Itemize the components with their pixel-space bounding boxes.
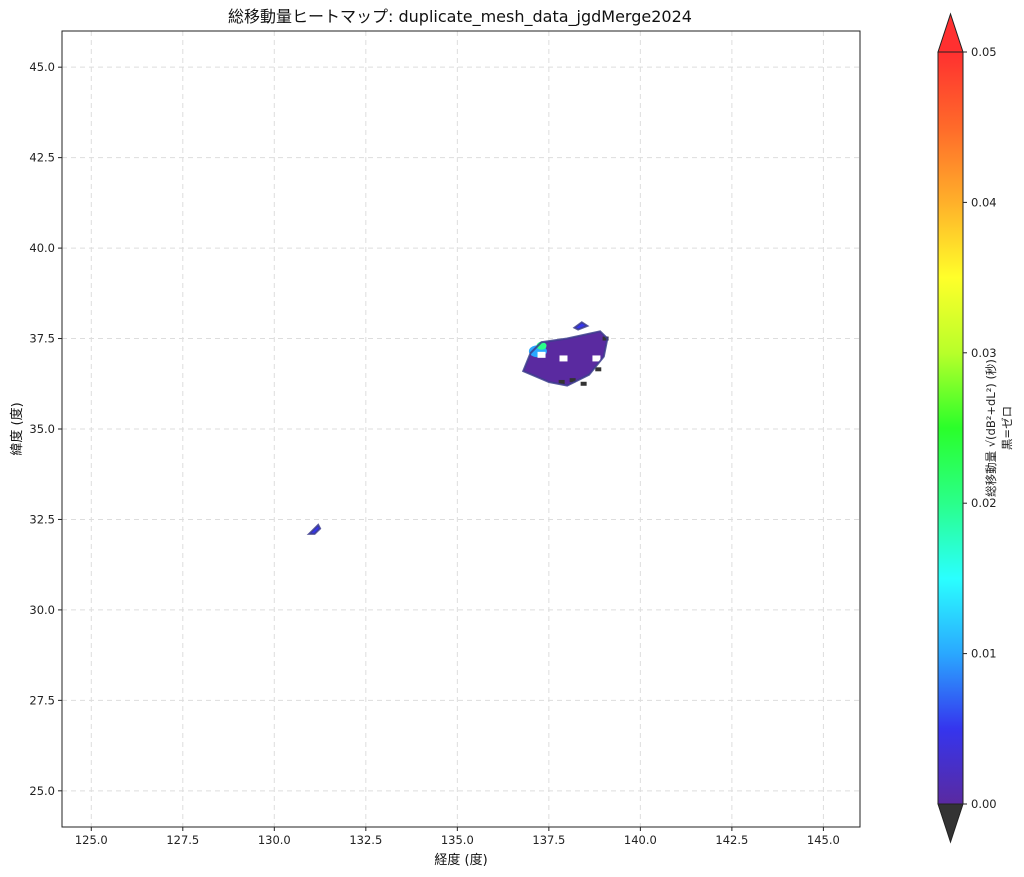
- x-tick-label: 135.0: [441, 833, 474, 847]
- plot-area: 125.0 127.5 130.0 132.5 135.0 137.5 140.0 142.5…: [29, 30, 861, 847]
- colorbar-tick-label: 0.02: [971, 496, 997, 510]
- y-tick-label: 30.0: [29, 603, 55, 617]
- y-tick-label: 35.0: [29, 422, 55, 436]
- y-tick-label: 32.5: [29, 512, 55, 526]
- region-outline: [306, 523, 322, 535]
- y-tick-label: 37.5: [29, 332, 55, 346]
- x-tick-label: 127.5: [166, 833, 199, 847]
- y-tick-label: 25.0: [29, 784, 55, 798]
- y-tick-label: 45.0: [29, 60, 55, 74]
- x-tick-label: 142.5: [715, 833, 748, 847]
- colorbar-under-extend: [937, 803, 964, 844]
- heatmap-figure: 125.0 127.5 130.0 132.5 135.0 137.5 140.0 142.5…: [9, 7, 1014, 868]
- x-tick-label: 145.0: [807, 833, 840, 847]
- x-tick-label: 130.0: [258, 833, 291, 847]
- colorbar-label-line1: 総移動量 √(dB²+dL²) (秒): [984, 359, 998, 497]
- x-tick-label: 140.0: [624, 833, 657, 847]
- y-tick-label: 27.5: [29, 693, 55, 707]
- y-tick-label: 40.0: [29, 241, 55, 255]
- colorbar-tick-label: 0.03: [971, 346, 997, 360]
- zero-value-cell: [580, 381, 587, 386]
- colorbar-tick-label: 0.01: [971, 647, 997, 661]
- x-axis-label: 経度 (度): [434, 852, 487, 868]
- y-axis-label: 緯度 (度): [9, 402, 25, 455]
- gap-cell: [592, 355, 601, 362]
- zero-value-cell: [595, 367, 602, 372]
- colorbar-gradient: [937, 51, 964, 805]
- colorbar-tick-label: 0.00: [971, 797, 997, 811]
- gap-cell: [559, 355, 568, 362]
- y-tick-label: 42.5: [29, 151, 55, 165]
- colorbar-over-extend: [937, 12, 964, 53]
- gap-cell: [537, 351, 546, 358]
- x-tick-label: 137.5: [532, 833, 565, 847]
- x-tick-label: 132.5: [349, 833, 382, 847]
- colorbar-tick-label: 0.04: [971, 195, 997, 209]
- colorbar-tick-label: 0.05: [971, 45, 997, 59]
- x-tick-label: 125.0: [75, 833, 108, 847]
- chart-title: 総移動量ヒートマップ: duplicate_mesh_data_jgdMerge…: [228, 7, 692, 27]
- colorbar-label-line2: 黒=ゼロ: [1000, 406, 1014, 450]
